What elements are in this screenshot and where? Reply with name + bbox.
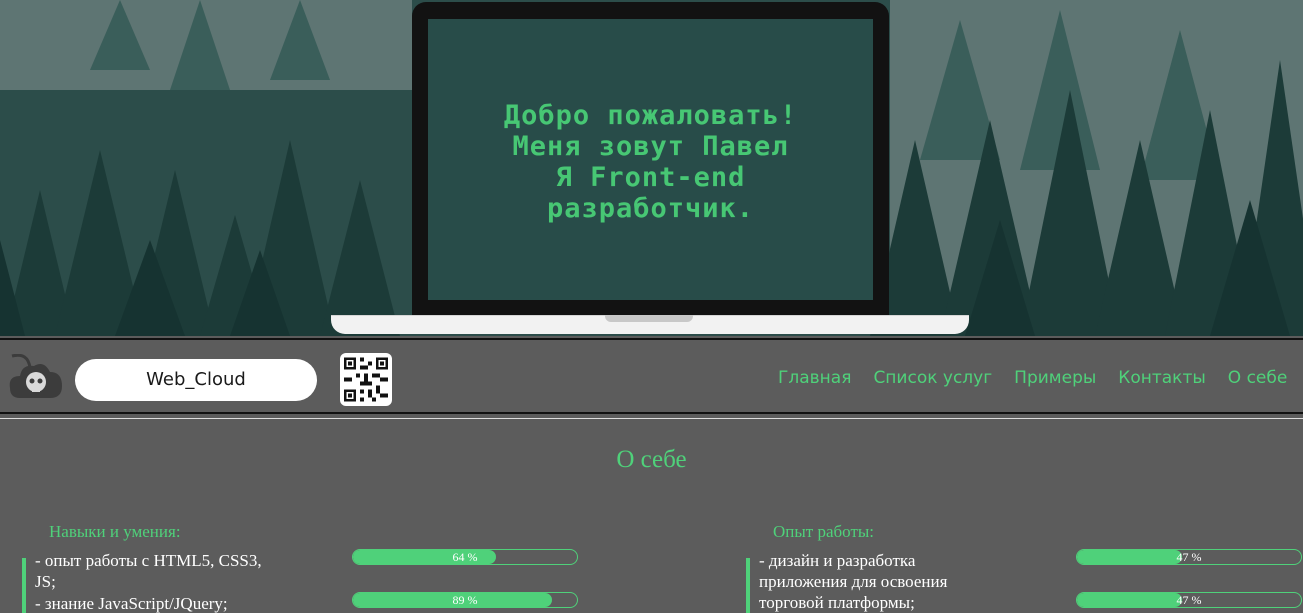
main-navigation: Главная Список услуг Примеры Контакты О …	[778, 368, 1303, 392]
nav-link-home[interactable]: Главная	[778, 368, 851, 388]
navbar-top-border	[0, 338, 1303, 340]
experience-progress-label: 47 %	[1176, 593, 1202, 607]
experience-progress-bar: 47 %	[1076, 549, 1302, 565]
hero-banner: Добро пожаловать! Меня зовут Павел Я Fro…	[0, 0, 1303, 336]
experience-progress-bar: 47 %	[1076, 592, 1302, 608]
skill-progress-label: 89 %	[452, 593, 478, 607]
navbar-bottom-border	[0, 412, 1303, 414]
qr-code-icon	[340, 353, 392, 406]
skull-cloud-logo-icon[interactable]	[6, 353, 64, 404]
experience-heading: Опыт работы:	[773, 522, 875, 541]
about-title: О себе	[616, 446, 687, 473]
welcome-line-4: разработчик.	[546, 193, 755, 224]
welcome-text: Добро пожаловать! Меня зовут Павел Я Fro…	[428, 100, 873, 224]
experience-progress-label: 47 %	[1176, 550, 1202, 564]
skills-accent-bar	[22, 558, 26, 613]
skill-item-text: - знание JavaScript/JQuery;	[35, 594, 228, 613]
skill-progress-bar: 89 %	[352, 592, 578, 608]
nav-link-examples[interactable]: Примеры	[1014, 368, 1096, 388]
welcome-line-1: Добро пожаловать!	[503, 100, 798, 131]
brand-name[interactable]: Web_Cloud	[75, 359, 317, 401]
welcome-line-2: Меня зовут Павел	[512, 131, 789, 162]
welcome-line-3: Я Front-end	[555, 162, 746, 193]
navbar-divider	[0, 418, 1303, 419]
nav-link-contacts[interactable]: Контакты	[1118, 368, 1206, 388]
skills-heading: Навыки и умения:	[49, 522, 181, 541]
skill-progress-bar: 64 %	[352, 549, 578, 565]
nav-link-services[interactable]: Список услуг	[873, 368, 992, 388]
skill-item-text: - опыт работы с HTML5, CSS3, JS;	[35, 551, 262, 591]
experience-accent-bar	[746, 558, 750, 613]
skill-progress-label: 64 %	[452, 550, 478, 564]
nav-link-about[interactable]: О себе	[1228, 368, 1288, 388]
laptop-notch	[605, 315, 693, 322]
experience-item-text: - дизайн и разработка приложения для осв…	[759, 551, 948, 612]
